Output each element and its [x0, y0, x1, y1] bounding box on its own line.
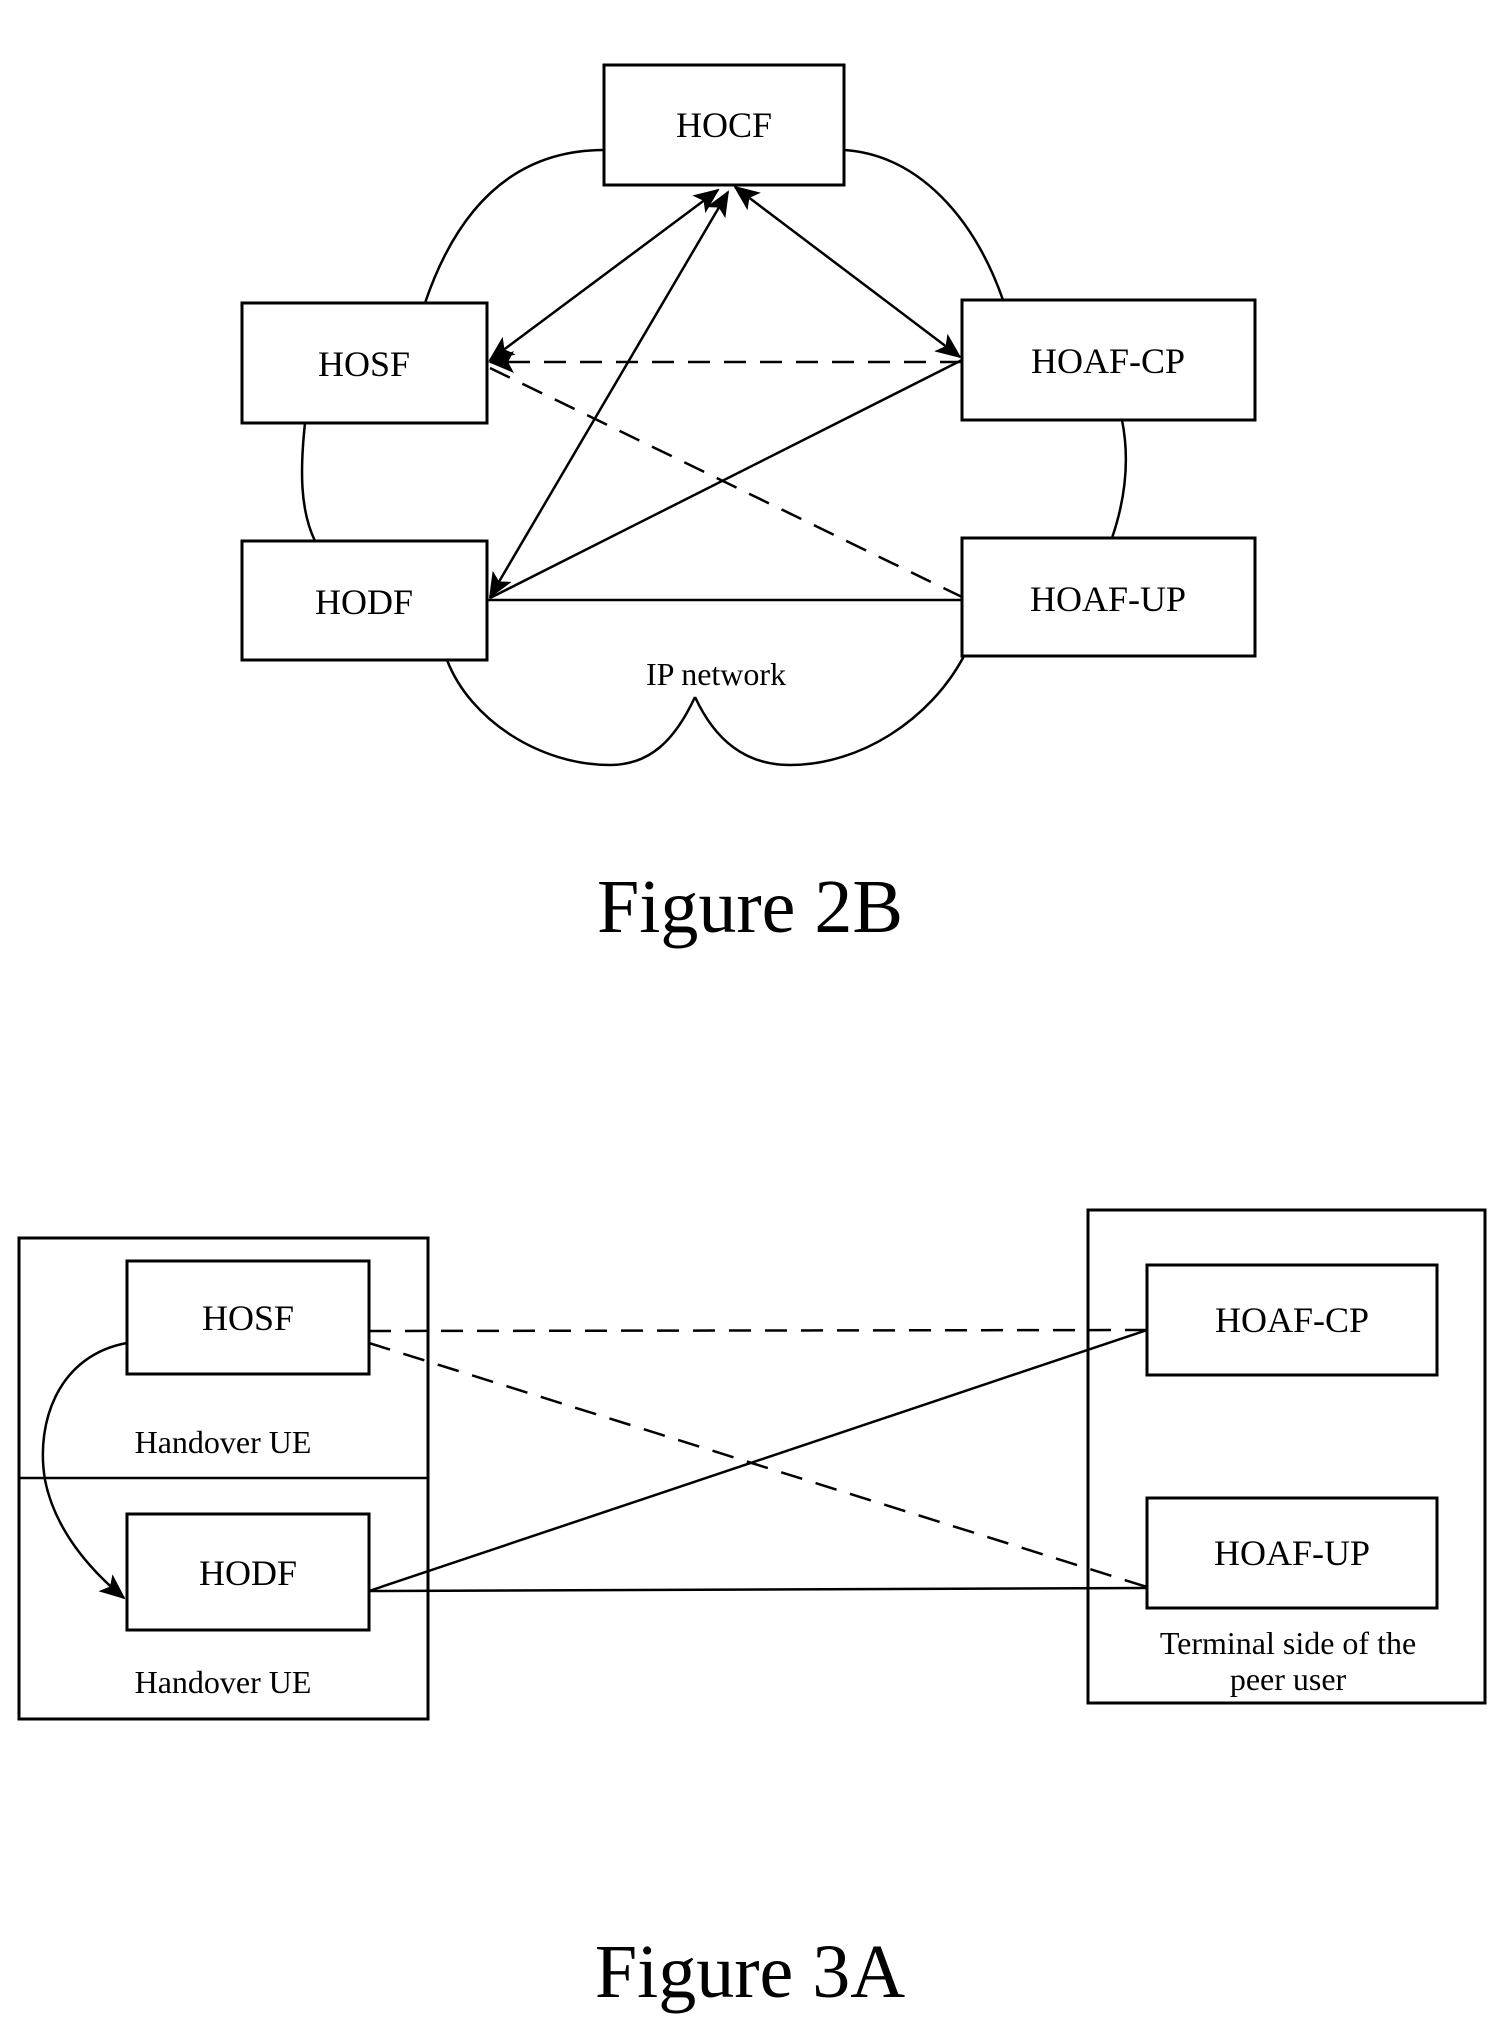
node-3a-hosf-label: HOSF: [202, 1298, 294, 1338]
peer-terminal-label-line1: Terminal side of the: [1160, 1625, 1416, 1661]
figure-2b-caption: Figure 2B: [597, 865, 903, 949]
node-hoaf-cp: HOAF-CP: [960, 298, 1257, 422]
link-3a-hodf-hoaf-up: [368, 1586, 1148, 1593]
peer-terminal-label-line2: peer user: [1230, 1661, 1347, 1697]
link-hocf-hodf: [488, 190, 730, 599]
handover-ue-upper-label: Handover UE: [135, 1424, 312, 1460]
handover-ue-lower-label: Handover UE: [135, 1664, 312, 1700]
link-3a-hosf-hoaf-cp: [368, 1328, 1148, 1333]
node-hosf: HOSF: [240, 301, 489, 425]
cloud-right-side: [1110, 419, 1128, 539]
figure-3a-caption: Figure 3A: [595, 1930, 905, 2014]
cloud-top-right-lobe: [843, 148, 1005, 301]
node-hoaf-cp-label: HOAF-CP: [1031, 341, 1185, 381]
node-3a-hoaf-up: HOAF-UP: [1145, 1496, 1439, 1610]
node-3a-hoaf-up-label: HOAF-UP: [1214, 1533, 1370, 1573]
ip-network-label: IP network: [646, 656, 786, 692]
link-3a-hosf-hoaf-up: [368, 1341, 1148, 1589]
node-hoaf-up-label: HOAF-UP: [1030, 579, 1186, 619]
node-3a-hodf: HODF: [125, 1512, 371, 1632]
node-hocf: HOCF: [602, 63, 846, 187]
node-3a-hosf: HOSF: [125, 1259, 371, 1376]
cloud-left-side: [300, 422, 317, 542]
node-3a-hoaf-cp-label: HOAF-CP: [1215, 1300, 1369, 1340]
link-hocf-hosf: [488, 188, 720, 362]
node-3a-hoaf-cp: HOAF-CP: [1145, 1263, 1439, 1377]
node-3a-hodf-label: HODF: [199, 1553, 297, 1593]
figure-2b: HOCF HOSF HODF HOAF-CP HOAF-UP IP networ…: [240, 63, 1257, 949]
link-3a-hodf-hoaf-cp: [368, 1328, 1148, 1593]
node-hodf-label: HODF: [315, 582, 413, 622]
node-hocf-label: HOCF: [676, 105, 772, 145]
link-hocf-hoaf-cp: [733, 185, 962, 359]
figure-3a: Handover UE Handover UE Terminal side of…: [17, 1208, 1487, 2014]
cloud-top-left-lobe: [423, 148, 605, 304]
node-hodf: HODF: [240, 539, 489, 662]
node-hosf-label: HOSF: [318, 344, 410, 384]
node-hoaf-up: HOAF-UP: [960, 536, 1257, 658]
patent-drawing-sheet: HOCF HOSF HODF HOAF-CP HOAF-UP IP networ…: [17, 63, 1487, 2014]
